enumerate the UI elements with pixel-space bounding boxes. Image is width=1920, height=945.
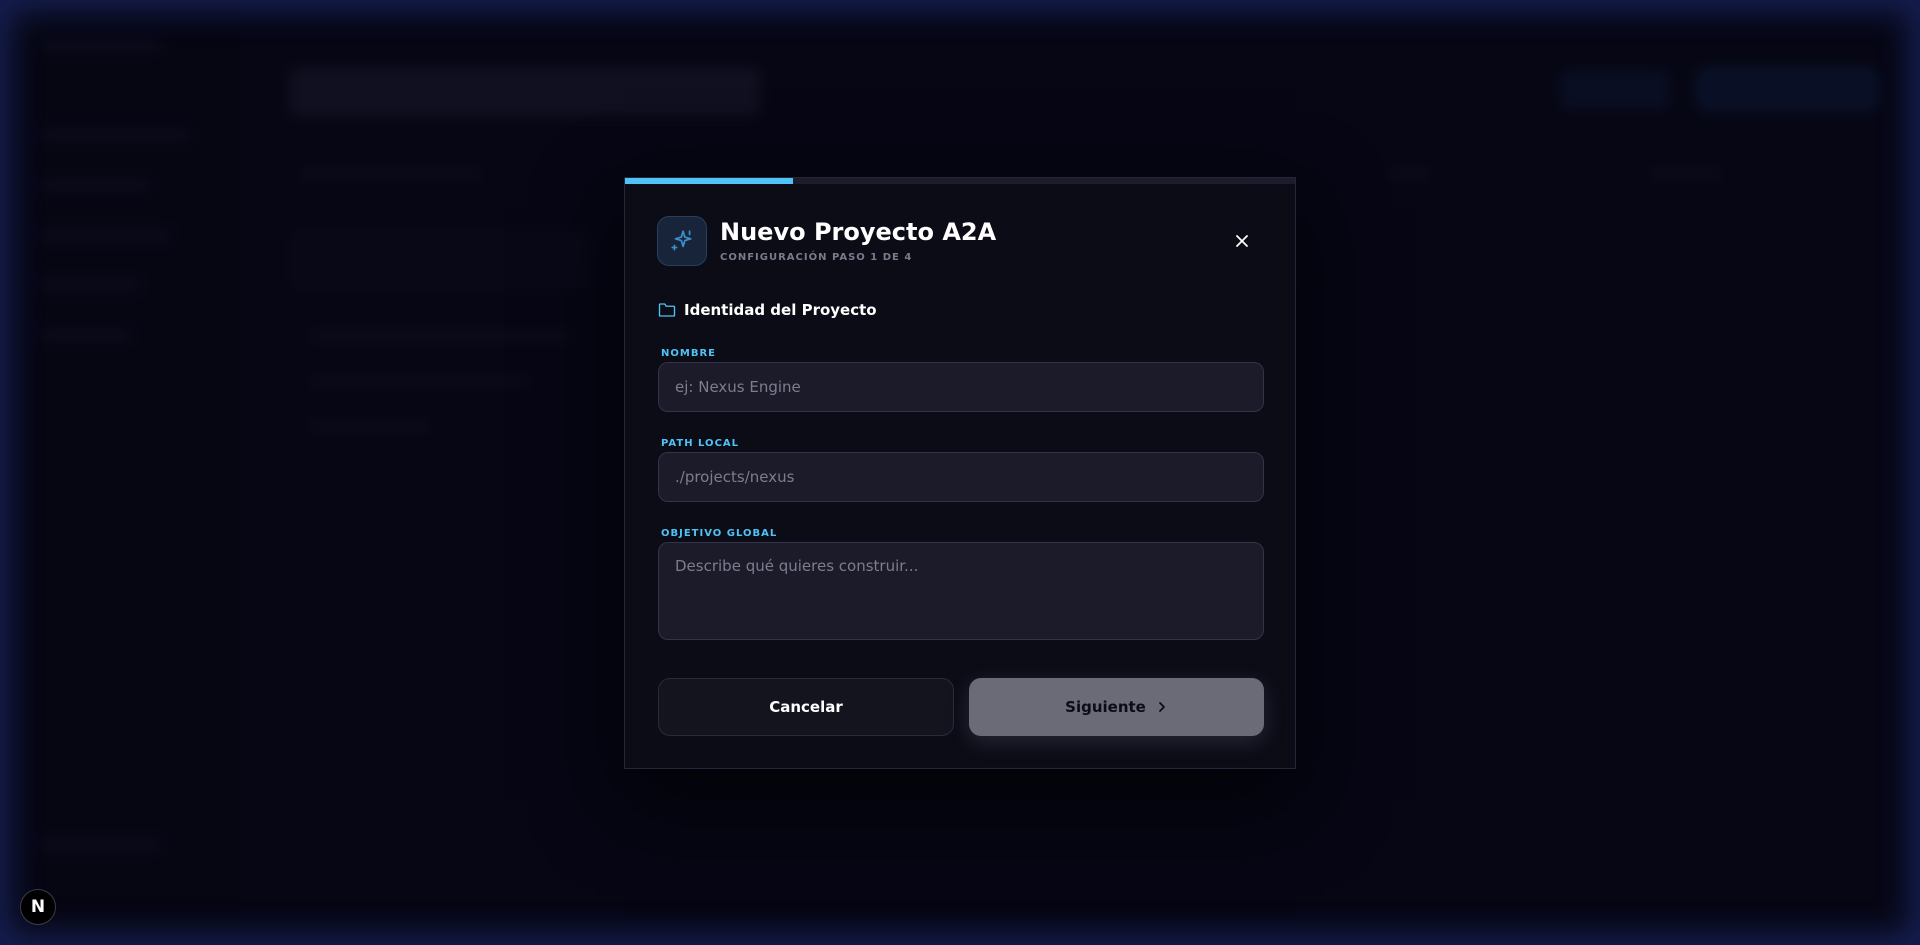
- devtools-badge[interactable]: N: [20, 889, 56, 925]
- local-path-input[interactable]: [658, 452, 1264, 502]
- close-icon: [1236, 235, 1248, 247]
- goal-label: OBJETIVO GLOBAL: [661, 528, 778, 539]
- section-title: Identidad del Proyecto: [684, 301, 877, 319]
- cancel-button[interactable]: Cancelar: [658, 678, 954, 736]
- next-button-label: Siguiente: [1065, 698, 1146, 716]
- modal-step-indicator: CONFIGURACIÓN PASO 1 DE 4: [720, 252, 913, 263]
- progress-fill: [625, 178, 793, 184]
- folder-icon: [658, 303, 676, 317]
- global-goal-textarea[interactable]: [658, 542, 1264, 640]
- sparkles-icon: [657, 216, 707, 266]
- section-header: Identidad del Proyecto: [658, 301, 877, 319]
- project-name-input[interactable]: [658, 362, 1264, 412]
- name-label: NOMBRE: [661, 348, 716, 359]
- next-button[interactable]: Siguiente: [969, 678, 1264, 736]
- chevron-right-icon: [1158, 702, 1165, 712]
- new-project-modal: Nuevo Proyecto A2A CONFIGURACIÓN PASO 1 …: [624, 177, 1296, 769]
- close-button[interactable]: [1229, 228, 1255, 254]
- path-label: PATH LOCAL: [661, 438, 740, 449]
- modal-title: Nuevo Proyecto A2A: [720, 218, 997, 246]
- cancel-button-label: Cancelar: [769, 698, 843, 716]
- progress-track: [625, 178, 1295, 184]
